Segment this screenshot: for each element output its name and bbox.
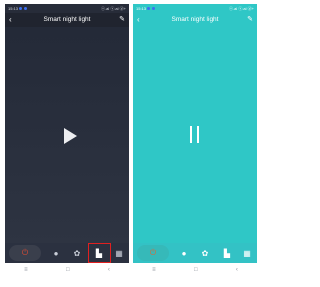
status-time: 15:13 [8,6,19,11]
notification-icon [19,7,23,10]
page-title: Smart night light [43,16,91,23]
home-icon[interactable]: □ [66,267,70,273]
menu-icon[interactable]: ≡ [24,267,28,273]
status-time: 15:13 [136,6,147,11]
scene-stage [133,27,257,251]
bulb-icon[interactable]: ● [48,245,64,261]
app-header: ‹ Smart night light ✎ [5,13,129,27]
grid-icon[interactable]: ▦ [111,245,127,261]
power-button[interactable]: ⏻ [137,245,169,261]
left-phone-screen: 15:13 ⓥ.al ⓥ.al ⓓ+ ‹ Smart night light ✎… [5,4,129,277]
system-nav-bar: ≡ □ ‹ [133,263,257,277]
status-indicators: ⓥ.al ⓥ.al ⓓ+ [100,6,126,11]
scene-stage [5,27,129,251]
status-indicators: ⓥ.al ⓥ.al ⓓ+ [228,6,254,11]
music-icon[interactable]: ▙ [219,245,235,261]
bottom-toolbar: ⏻ ● ✿ ▙ ▦ [5,243,129,263]
pencil-icon[interactable]: ✎ [247,13,253,27]
back-icon[interactable]: ‹ [236,267,238,273]
home-icon[interactable]: □ [194,267,198,273]
power-button[interactable]: ⏻ [9,245,41,261]
chevron-left-icon[interactable]: ‹ [9,13,12,26]
play-icon[interactable] [64,128,77,144]
pause-icon[interactable] [190,126,200,143]
bulb-icon[interactable]: ● [176,245,192,261]
notification-icon [24,7,28,10]
chevron-left-icon[interactable]: ‹ [137,13,140,26]
grid-icon[interactable]: ▦ [239,245,255,261]
palette-icon[interactable]: ✿ [69,245,85,261]
page-title: Smart night light [171,16,219,23]
system-nav-bar: ≡ □ ‹ [5,263,129,277]
app-header: ‹ Smart night light ✎ [133,13,257,27]
notification-icon [152,7,156,10]
status-bar: 15:13 ⓥ.al ⓥ.al ⓓ+ [5,4,129,13]
status-bar: 15:13 ⓥ.al ⓥ.al ⓓ+ [133,4,257,13]
pencil-icon[interactable]: ✎ [119,13,125,27]
menu-icon[interactable]: ≡ [152,267,156,273]
music-tab-highlight [88,243,111,263]
right-phone-screen: 15:13 ⓥ.al ⓥ.al ⓓ+ ‹ Smart night light ✎… [133,4,257,277]
palette-icon[interactable]: ✿ [197,245,213,261]
bottom-toolbar: ⏻ ● ✿ ▙ ▦ [133,243,257,263]
notification-icon [147,7,151,10]
back-icon[interactable]: ‹ [108,267,110,273]
